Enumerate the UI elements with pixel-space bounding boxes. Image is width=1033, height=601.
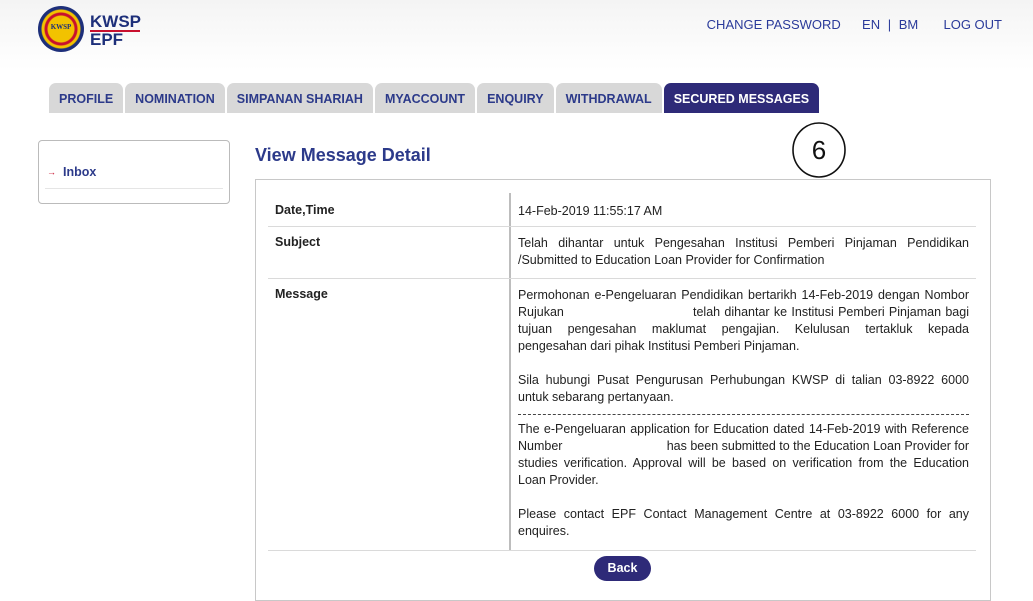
subject-value: Telah dihantar untuk Pengesahan Institus…: [518, 236, 969, 267]
message-bm-paragraph-2: Sila hubungi Pusat Pengurusan Perhubunga…: [518, 373, 969, 404]
header-bar: [0, 0, 1033, 70]
tab-enquiry[interactable]: ENQUIRY: [477, 83, 554, 113]
message-en-paragraph-2: Please contact EPF Contact Management Ce…: [518, 507, 969, 538]
logo-seal-text: KWSP: [50, 23, 72, 31]
logo-name-kwsp: KWSP: [90, 12, 141, 31]
message-en-paragraph-1: The e-Pengeluaran application for Educat…: [518, 422, 973, 487]
page-title: View Message Detail: [255, 145, 431, 165]
tab-simpanan-shariah[interactable]: SIMPANAN SHARIAH: [226, 83, 373, 113]
kwsp-logo[interactable]: KWSP KWSP EPF: [38, 6, 148, 56]
subject-label: Subject: [268, 227, 511, 278]
annotation-text: 6: [812, 135, 826, 165]
lang-separator: |: [887, 17, 892, 32]
logout-link[interactable]: LOG OUT: [943, 17, 1002, 32]
sidebar-item-label: Inbox: [63, 165, 97, 179]
lang-en-link[interactable]: EN: [862, 17, 880, 32]
sidebar: → Inbox: [38, 140, 230, 204]
message-label: Message: [268, 279, 511, 550]
message-body: Permohonan e-Pengeluaran Pendidikan bert…: [511, 279, 976, 550]
message-bm-paragraph-1: Permohonan e-Pengeluaran Pendidikan bert…: [518, 288, 973, 353]
message-detail-table: Date,Time 14-Feb-2019 11:55:17 AM Subjec…: [268, 193, 976, 551]
tab-nomination[interactable]: NOMINATION: [125, 83, 225, 113]
top-links: CHANGE PASSWORD EN | BM LOG OUT: [707, 17, 1002, 32]
table-row: Message Permohonan e-Pengeluaran Pendidi…: [268, 279, 976, 551]
message-divider: [518, 414, 969, 415]
main-nav-tabs: PROFILE NOMINATION SIMPANAN SHARIAH MYAC…: [49, 83, 821, 113]
logo-name-epf: EPF: [90, 30, 124, 49]
change-password-link[interactable]: CHANGE PASSWORD: [707, 17, 841, 32]
handwritten-annotation: 6: [792, 122, 846, 178]
sidebar-item-inbox[interactable]: → Inbox: [47, 165, 96, 179]
table-row: Subject Telah dihantar untuk Pengesahan …: [268, 227, 976, 279]
tab-secured-messages[interactable]: SECURED MESSAGES: [663, 83, 820, 113]
table-row: Date,Time 14-Feb-2019 11:55:17 AM: [268, 193, 976, 227]
lang-bm-link[interactable]: BM: [899, 17, 919, 32]
back-button[interactable]: Back: [594, 556, 651, 581]
arrow-right-icon: →: [47, 167, 56, 177]
tab-withdrawal[interactable]: WITHDRAWAL: [555, 83, 662, 113]
sidebar-divider: [45, 188, 223, 189]
tab-myaccount[interactable]: MYACCOUNT: [374, 83, 476, 113]
tab-profile[interactable]: PROFILE: [49, 83, 124, 113]
date-value: 14-Feb-2019 11:55:17 AM: [518, 204, 663, 218]
date-label: Date,Time: [268, 193, 511, 226]
